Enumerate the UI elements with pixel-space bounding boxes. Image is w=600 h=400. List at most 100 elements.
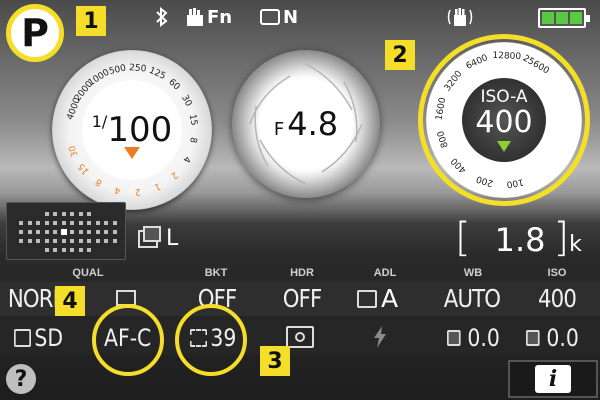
info-icon: i — [535, 365, 571, 393]
af-point — [61, 212, 66, 216]
shutter-speed-dial[interactable]: 4000 2000 1000 500 250 125 60 30 15 8 4 2 1 2 4 8 15 30 1… — [52, 50, 212, 210]
picture-control-label: N — [283, 6, 299, 28]
shutter-speed-fraction: 1/ — [91, 112, 108, 131]
release-mode-icon — [138, 225, 161, 248]
iso-scale-label: 400 — [449, 155, 468, 174]
shutter-scale-label: 500 — [108, 63, 127, 77]
callout-3: 3 — [260, 346, 290, 376]
metering-button[interactable] — [286, 326, 314, 348]
af-point — [70, 221, 74, 225]
memory-card-button[interactable]: SD — [14, 324, 63, 352]
header-adl: ADL — [373, 267, 397, 279]
shutter-scale-label: 8 — [94, 176, 104, 188]
shutter-scale-label: 4 — [113, 184, 121, 195]
af-point-display — [6, 202, 126, 260]
af-point — [53, 230, 57, 234]
af-point — [36, 221, 40, 225]
hand-icon — [187, 8, 203, 26]
af-point — [78, 239, 83, 243]
iso-marker-icon — [497, 140, 511, 152]
iso-value: 400 — [475, 104, 533, 140]
flash-compensation-button[interactable]: 0.0 — [447, 324, 500, 352]
shutter-scale-label: 30 — [179, 93, 193, 108]
af-point — [61, 248, 66, 252]
fn-button-indicator: Fn — [186, 6, 232, 28]
iso-scale-label: 12800 — [492, 51, 521, 62]
af-point — [78, 230, 83, 234]
exposure-compensation-button[interactable]: 0.0 — [526, 324, 579, 352]
help-button[interactable]: ? — [6, 364, 36, 394]
shutter-scale-label: 8 — [187, 136, 198, 144]
aperture-dial[interactable]: F4.8 — [232, 50, 380, 198]
shutter-scale-label: 1 — [152, 180, 161, 191]
af-point — [95, 239, 100, 243]
adl-button[interactable]: A — [357, 284, 398, 313]
iso-display: ISO-A 400 — [462, 78, 546, 162]
exposure-compensation-icon — [526, 330, 540, 346]
shutter-scale-label: 60 — [166, 77, 181, 92]
iso-scale-label: 200 — [475, 173, 495, 188]
white-balance-button[interactable]: AUTO — [434, 284, 511, 313]
memory-card-label: SD — [34, 324, 64, 352]
af-point — [70, 239, 74, 243]
picture-control-indicator: N — [260, 6, 298, 28]
af-point — [53, 248, 57, 252]
af-point — [27, 221, 32, 225]
callout-1: 1 — [76, 6, 106, 36]
af-point — [87, 248, 91, 252]
header-bkt: BKT — [204, 267, 228, 279]
af-point — [87, 212, 91, 216]
shutter-speed-value: 1/100 — [92, 110, 172, 150]
header-hdr: HDR — [290, 267, 314, 279]
iso-button[interactable]: 400 — [519, 284, 596, 313]
af-point — [36, 230, 40, 234]
af-mode-callout-circle — [92, 304, 164, 376]
af-point — [44, 212, 49, 216]
exposure-compensation-value: 0.0 — [546, 324, 579, 352]
shutter-scale-label: 125 — [147, 66, 167, 82]
vibration-reduction-icon — [447, 6, 473, 28]
af-point — [19, 221, 23, 225]
af-point — [104, 230, 108, 234]
af-point — [36, 239, 40, 243]
af-point — [78, 248, 83, 252]
flash-compensation-icon — [447, 330, 461, 346]
shutter-scale-label: 30 — [67, 144, 80, 158]
iso-scale-label: 1600 — [435, 97, 449, 122]
fn-label: Fn — [207, 6, 233, 28]
af-point — [78, 212, 83, 216]
header-iso: ISO — [547, 267, 567, 279]
af-point — [27, 230, 32, 234]
battery-icon — [538, 8, 590, 28]
camera-info-screen: P 1 Fn N 4000 2000 1000 500 250 125 60 30 15 8 4 2 1… — [0, 0, 600, 400]
af-point — [44, 248, 49, 252]
settings-row-1: NORM OFF OFF A AUTO 400 — [0, 282, 600, 316]
shots-remaining-unit: k — [569, 232, 582, 257]
shooting-mode-label: P — [21, 11, 49, 55]
af-point — [104, 239, 108, 243]
iso-scale-label: 3200 — [443, 69, 465, 93]
af-point — [87, 221, 91, 225]
af-point — [53, 221, 57, 225]
release-mode-label: L — [166, 226, 179, 251]
af-point-selected — [60, 229, 67, 235]
af-point — [70, 230, 74, 234]
shots-bracket-open: [ — [455, 215, 471, 261]
shutter-scale-label: 4 — [180, 154, 192, 164]
shots-remaining: [ 1.8 ] k — [455, 215, 582, 261]
header-qual: QUAL — [72, 267, 104, 279]
memory-card-icon — [14, 329, 31, 347]
af-point — [53, 212, 57, 216]
hdr-button[interactable]: OFF — [264, 284, 341, 313]
shutter-marker-icon — [124, 147, 140, 159]
af-point — [112, 221, 117, 225]
shutter-scale-label: 2 — [134, 186, 141, 196]
info-button[interactable]: i — [508, 360, 598, 398]
aperture-prefix: F — [273, 119, 285, 140]
iso-sensitivity-dial[interactable]: 25600 12800 6400 3200 1600 800 400 200 100 ISO-A… — [426, 42, 582, 198]
af-point — [19, 230, 23, 234]
af-area-callout-circle — [175, 304, 247, 376]
battery-bar — [542, 12, 554, 24]
flash-mode-icon[interactable] — [373, 326, 387, 353]
af-point — [70, 248, 74, 252]
